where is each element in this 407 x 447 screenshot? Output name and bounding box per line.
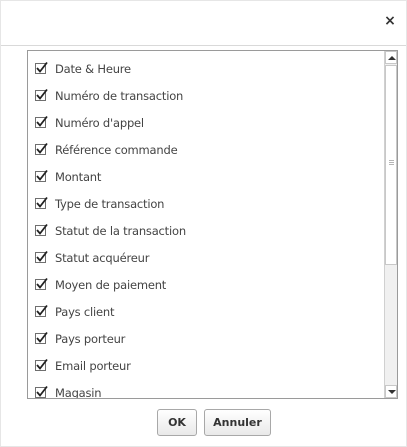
list-item-label: Magasin — [55, 385, 102, 399]
list-item-label: Pays client — [55, 304, 115, 319]
list-item-label: Type de transaction — [55, 196, 165, 211]
list-item[interactable]: Référence commande — [28, 136, 383, 163]
checkbox-checked[interactable] — [35, 358, 48, 371]
scrollbar-thumb[interactable] — [385, 65, 397, 265]
list-item-label: Email porteur — [55, 358, 131, 373]
list-item[interactable]: Email porteur — [28, 352, 383, 379]
cancel-button[interactable]: Annuler — [204, 409, 271, 436]
checkbox-checked[interactable] — [35, 61, 48, 74]
checkbox-checked[interactable] — [35, 169, 48, 182]
list-item-label: Moyen de paiement — [55, 277, 167, 292]
checkbox-checked[interactable] — [35, 277, 48, 290]
list-item-label: Référence commande — [55, 142, 178, 157]
dialog-titlebar: × — [1, 1, 406, 46]
list-item[interactable]: Numéro d'appel — [28, 109, 383, 136]
list-item-label: Numéro d'appel — [55, 115, 144, 130]
list-item-label: Montant — [55, 169, 102, 184]
column-list-items: Date & Heure Numéro de transaction Numér… — [28, 55, 383, 399]
scroll-down-arrow-icon[interactable] — [385, 385, 397, 398]
list-item-label: Pays porteur — [55, 331, 126, 346]
checkbox-checked[interactable] — [35, 88, 48, 101]
list-item[interactable]: Numéro de transaction — [28, 82, 383, 109]
checkbox-checked[interactable] — [35, 385, 48, 398]
checkbox-checked[interactable] — [35, 115, 48, 128]
list-item-label: Numéro de transaction — [55, 88, 184, 103]
column-list: Date & Heure Numéro de transaction Numér… — [27, 50, 398, 399]
list-item[interactable]: Date & Heure — [28, 55, 383, 82]
ok-button[interactable]: OK — [157, 409, 197, 436]
checkbox-checked[interactable] — [35, 331, 48, 344]
list-item[interactable]: Magasin — [28, 379, 383, 399]
checkbox-checked[interactable] — [35, 223, 48, 236]
grip-icon — [389, 160, 394, 161]
list-item[interactable]: Statut de la transaction — [28, 217, 383, 244]
checkbox-checked[interactable] — [35, 142, 48, 155]
list-item[interactable]: Type de transaction — [28, 190, 383, 217]
checkbox-checked[interactable] — [35, 196, 48, 209]
checkbox-checked[interactable] — [35, 250, 48, 263]
list-item[interactable]: Montant — [28, 163, 383, 190]
list-item[interactable]: Moyen de paiement — [28, 271, 383, 298]
close-button[interactable]: × — [382, 13, 398, 29]
list-item[interactable]: Statut acquéreur — [28, 244, 383, 271]
list-item-label: Date & Heure — [55, 61, 131, 76]
vertical-scrollbar[interactable] — [384, 51, 397, 398]
scroll-up-arrow-icon[interactable] — [385, 51, 397, 64]
list-item-label: Statut de la transaction — [55, 223, 186, 238]
list-item[interactable]: Pays porteur — [28, 325, 383, 352]
checkbox-checked[interactable] — [35, 304, 48, 317]
column-chooser-dialog: × Date & Heure Numéro de transaction Num… — [0, 0, 407, 447]
list-item[interactable]: Pays client — [28, 298, 383, 325]
list-item-label: Statut acquéreur — [55, 250, 150, 265]
